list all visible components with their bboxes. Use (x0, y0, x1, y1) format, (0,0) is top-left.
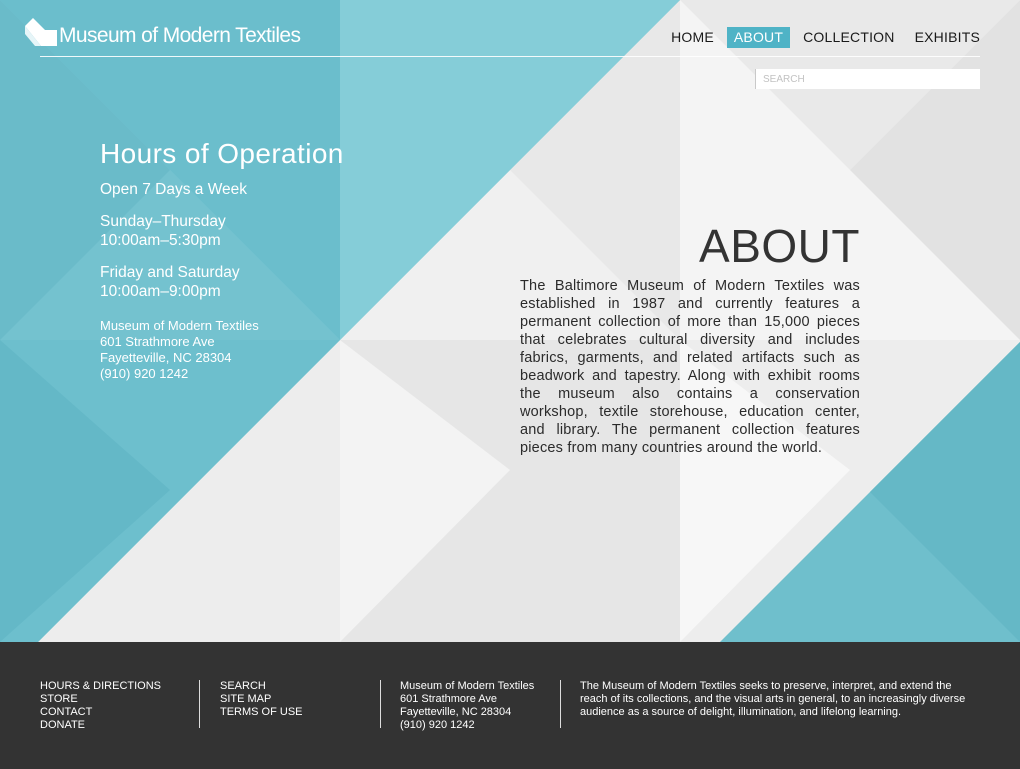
footer: HOURS & DIRECTIONS STORE CONTACT DONATE … (0, 642, 1020, 769)
weekday-time: 10:00am–5:30pm (100, 232, 221, 249)
header-divider (40, 56, 980, 57)
footer-address-name: Museum of Modern Textiles (400, 680, 535, 692)
footer-links-secondary: SEARCH SITE MAP TERMS OF USE (220, 680, 303, 719)
footer-address: Museum of Modern Textiles 601 Strathmore… (400, 680, 534, 732)
search-input[interactable] (755, 69, 980, 89)
footer-divider (560, 680, 561, 728)
nav-about[interactable]: ABOUT (726, 27, 791, 48)
address-phone: (910) 920 1242 (100, 366, 189, 381)
about-section: ABOUT The Baltimore Museum of Modern Tex… (520, 220, 860, 457)
footer-link-donate[interactable]: DONATE (40, 719, 161, 732)
footer-divider (199, 680, 200, 728)
address-name: Museum of Modern Textiles (100, 318, 259, 333)
footer-address-phone: (910) 920 1242 (400, 719, 475, 731)
about-body: The Baltimore Museum of Modern Textiles … (520, 278, 860, 456)
footer-link-store[interactable]: STORE (40, 693, 161, 706)
hours-section: Hours of Operation Open 7 Days a Week Su… (100, 138, 420, 382)
footer-mission: The Museum of Modern Textiles seeks to p… (580, 680, 966, 718)
footer-address-street: 601 Strathmore Ave (400, 693, 498, 705)
hours-weekday: Sunday–Thursday 10:00am–5:30pm (100, 212, 420, 250)
nav-collection[interactable]: COLLECTION (796, 27, 901, 48)
nav-exhibits[interactable]: EXHIBITS (908, 27, 980, 48)
logo-mark-icon (25, 18, 57, 46)
hero-banner: Museum of Modern Textiles HOME ABOUT COL… (0, 0, 1020, 642)
hours-weekend: Friday and Saturday 10:00am–9:00pm (100, 263, 420, 301)
footer-link-sitemap[interactable]: SITE MAP (220, 693, 303, 706)
footer-link-search[interactable]: SEARCH (220, 680, 303, 693)
hours-subtitle: Open 7 Days a Week (100, 181, 248, 198)
about-title: ABOUT (699, 220, 860, 272)
address-street: 601 Strathmore Ave (100, 334, 215, 349)
footer-divider (380, 680, 381, 728)
weekday-days: Sunday–Thursday (100, 213, 226, 230)
weekend-days: Friday and Saturday (100, 264, 240, 281)
footer-address-city: Fayetteville, NC 28304 (400, 706, 512, 718)
footer-link-contact[interactable]: CONTACT (40, 706, 161, 719)
logo[interactable]: Museum of Modern Textiles (25, 16, 301, 48)
footer-links-primary: HOURS & DIRECTIONS STORE CONTACT DONATE (40, 680, 161, 732)
hours-title: Hours of Operation (100, 138, 344, 169)
weekend-time: 10:00am–9:00pm (100, 283, 221, 300)
main-nav: HOME ABOUT COLLECTION EXHIBITS (658, 27, 980, 48)
footer-link-terms[interactable]: TERMS OF USE (220, 706, 303, 719)
footer-link-hours[interactable]: HOURS & DIRECTIONS (40, 680, 161, 693)
nav-home[interactable]: HOME (664, 27, 721, 48)
logo-text: Museum of Modern Textiles (59, 24, 301, 47)
address-block: Museum of Modern Textiles 601 Strathmore… (100, 318, 420, 382)
address-city: Fayetteville, NC 28304 (100, 350, 232, 365)
